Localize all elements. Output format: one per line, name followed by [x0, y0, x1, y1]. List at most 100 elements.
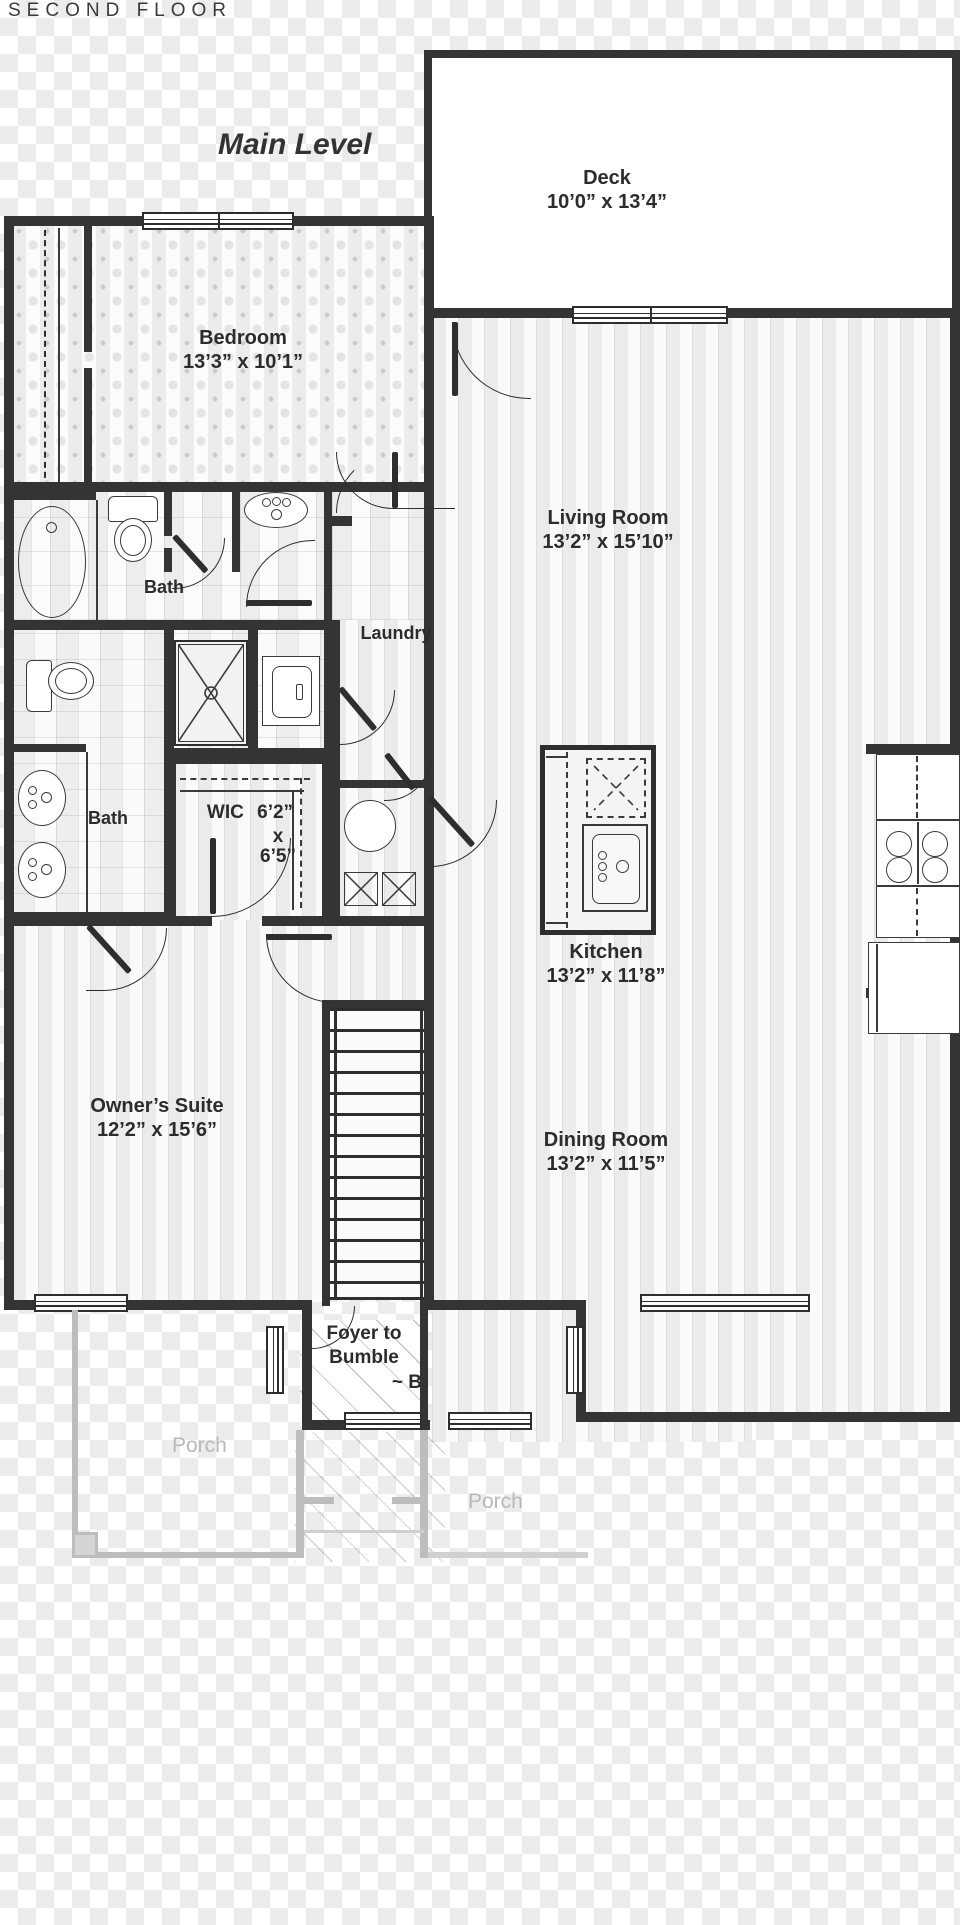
- tub-edge-line: [96, 500, 98, 624]
- dining-room-name: Dining Room: [543, 1129, 669, 1151]
- dining-room-label: Dining Room 13’2” x 11’5”: [506, 1128, 706, 1177]
- toilet-bowl-inner-upper: [120, 525, 146, 556]
- stair-tread: [330, 1134, 424, 1137]
- kitchen-faucet-a: [598, 851, 607, 860]
- bedroom-closet-rod: [44, 230, 46, 488]
- porch-left-post: [72, 1532, 98, 1558]
- stair-tread: [330, 1218, 424, 1221]
- stair-tread: [330, 1155, 424, 1158]
- owners-suite-dimensions: 12’2” x 15’6”: [96, 1119, 218, 1142]
- stair-wall-right: [424, 926, 434, 1306]
- level-title: Main Level: [218, 128, 372, 161]
- hall-wall-right-2: [332, 748, 340, 780]
- burner-bl: [886, 857, 912, 883]
- foyer-line-2: Bumble: [329, 1347, 399, 1369]
- sink-lower-a-f2: [28, 800, 37, 809]
- wic-name: WIC: [206, 802, 244, 823]
- foyer-line-1: Foyer to: [326, 1323, 402, 1344]
- wic-rod-top: [180, 790, 304, 792]
- closet-square-left-x-icon: [344, 872, 378, 906]
- living-room-dimensions: 13’2” x 15’10”: [542, 531, 674, 554]
- burner-br: [922, 857, 948, 883]
- stair-tread: [330, 1260, 424, 1263]
- foyer-label: Foyer to Bumble ~ B: [296, 1322, 432, 1395]
- stair-tread: [330, 1297, 424, 1300]
- sink-lower-b-f1: [28, 858, 37, 867]
- toilet-bowl-inner-lower: [55, 668, 87, 694]
- owners-suite-name: Owner’s Suite: [90, 1095, 224, 1117]
- kitchen-counter-upper: [876, 754, 960, 820]
- stair-tread: [330, 1239, 424, 1242]
- foyer-window-right: [566, 1326, 584, 1394]
- stair-tread: [330, 1008, 424, 1011]
- lower-bath-label: Bath: [56, 808, 160, 830]
- foyer-window-left: [266, 1326, 284, 1394]
- living-window-mullion: [650, 306, 652, 324]
- owners-suite-window: [34, 1294, 128, 1312]
- kitchen-counter-dash: [916, 756, 918, 818]
- stair-tread: [330, 1281, 424, 1284]
- bedroom-closet-wall-2: [84, 368, 92, 488]
- kitchen-counter-lower: [876, 886, 960, 938]
- sink-lower-a-drain: [41, 792, 52, 803]
- living-room-label: Living Room 13’2” x 15’10”: [508, 506, 708, 555]
- sink-faucet-c: [282, 498, 291, 507]
- owners-suite-top-wall-2: [262, 916, 434, 926]
- bedroom-window-mullion: [218, 212, 220, 230]
- bedroom-dimensions: 13’3” x 10’1”: [182, 351, 304, 374]
- laundry-label: Laundry: [336, 623, 456, 645]
- stair-tread: [330, 1092, 424, 1095]
- stair-tread: [330, 1176, 424, 1179]
- stoop-step-line: [304, 1530, 424, 1533]
- wic-shelf-top: [180, 778, 310, 780]
- upper-bath-right-wall: [324, 492, 332, 622]
- dishwasher-x-icon: [593, 765, 639, 811]
- sink-lower-b-drain: [41, 864, 52, 875]
- wic-wall-right: [322, 756, 332, 926]
- kitchen-name: Kitchen: [569, 941, 643, 963]
- stair-wall-left: [322, 1006, 330, 1306]
- kitchen-sink-drain: [616, 860, 629, 873]
- stoop-wall-right: [420, 1430, 428, 1558]
- kitchen-counter-dash-2: [916, 888, 918, 936]
- tub-divider-wall: [14, 492, 96, 500]
- dining-window-right: [640, 1294, 810, 1312]
- sink-faucet-a: [262, 498, 271, 507]
- laundry-appliance-door: [272, 666, 312, 718]
- kitchen-faucet-c: [598, 873, 607, 882]
- kitchen-dimensions: 13’2” x 11’8”: [546, 965, 666, 988]
- lower-bath-sink-wall: [14, 744, 86, 752]
- kitchen-label: Kitchen 13’2” x 11’8”: [508, 940, 704, 989]
- stoop-step-right: [392, 1497, 422, 1504]
- living-room-name: Living Room: [547, 507, 669, 529]
- island-dash-line: [566, 752, 568, 928]
- stoop-wall-left: [296, 1430, 304, 1558]
- dining-room-dimensions: 13’2” x 11’5”: [546, 1153, 666, 1176]
- bath-bath-divider: [4, 620, 334, 630]
- exterior-wall-left: [4, 216, 14, 1308]
- upper-bath-label: Bath: [112, 577, 216, 599]
- porch-right-rail-h: [428, 1552, 588, 1558]
- powder-wall-left: [332, 780, 340, 926]
- wic-dim-x: x: [238, 826, 318, 848]
- foyer-window-bottom: [344, 1412, 422, 1430]
- stoop-step-left: [304, 1497, 334, 1504]
- deck-wall-top: [424, 50, 960, 58]
- deck-name: Deck: [583, 167, 631, 189]
- shower-x-icon: [178, 644, 244, 742]
- closet-square-right-x-icon: [382, 872, 416, 906]
- refrigerator-door-line: [876, 944, 878, 1032]
- stair-rail-left: [334, 1008, 337, 1300]
- sink-lower-a-f1: [28, 786, 37, 795]
- bedroom-name: Bedroom: [199, 327, 287, 349]
- dining-window-bottom: [448, 1412, 532, 1430]
- upper-bath-right-jamb: [324, 516, 352, 526]
- porch-left-rail-h: [72, 1552, 302, 1558]
- wic-label: WIC 6’2”: [178, 802, 322, 824]
- vanity-divider: [232, 492, 240, 572]
- wic-dim-3: 6’5”: [260, 846, 296, 867]
- exterior-wall-bottom-right: [426, 1300, 586, 1310]
- floor-plan-canvas: SECOND FLOOR Main Level Deck 10’0” x 13’…: [0, 0, 960, 1925]
- stair-wall-top: [322, 1000, 434, 1008]
- porch-left-floor: [70, 1306, 296, 1558]
